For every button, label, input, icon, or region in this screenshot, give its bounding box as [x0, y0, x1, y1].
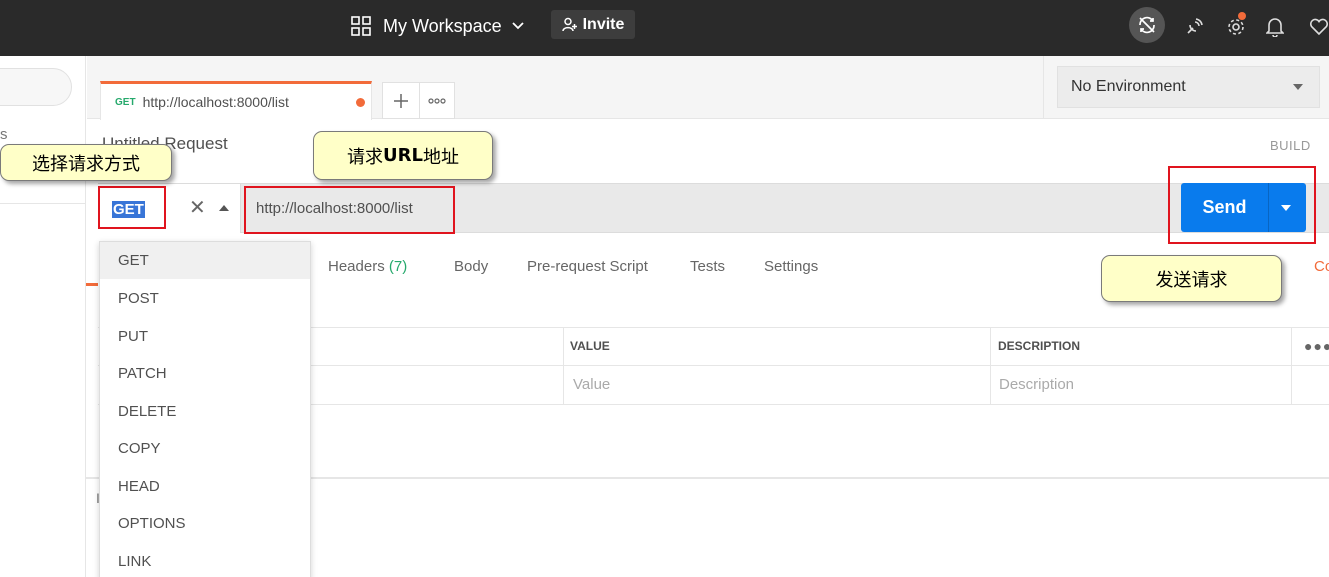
- add-user-icon: [561, 17, 577, 32]
- method-dropdown-menu: GET POST PUT PATCH DELETE COPY HEAD OPTI…: [99, 241, 311, 577]
- menu-item-get[interactable]: GET: [100, 242, 310, 279]
- menu-item-copy[interactable]: COPY: [100, 430, 310, 467]
- more-horizontal-icon[interactable]: ●●●: [1304, 338, 1329, 354]
- menu-item-head[interactable]: HEAD: [100, 468, 310, 505]
- method-callout: 选择请求方式: [0, 144, 172, 181]
- tab-settings[interactable]: Settings: [764, 258, 818, 275]
- active-tab-indicator: [86, 283, 98, 286]
- tab-options-button[interactable]: [419, 82, 455, 119]
- more-horizontal-icon: [428, 97, 446, 104]
- url-callout-prefix: 请求: [347, 146, 384, 168]
- tab-tests[interactable]: Tests: [690, 258, 725, 275]
- send-highlight-box: [1168, 166, 1316, 244]
- column-divider: [1291, 328, 1292, 404]
- tab-pre-request-script[interactable]: Pre-request Script: [527, 258, 648, 275]
- sidebar-divider: [0, 203, 86, 204]
- menu-item-patch[interactable]: PATCH: [100, 355, 310, 392]
- sync-off-button[interactable]: [1129, 7, 1165, 43]
- description-field[interactable]: Description: [999, 376, 1074, 393]
- method-callout-text: 选择请求方式: [32, 153, 140, 175]
- url-callout: 请求 URL 地址: [313, 131, 493, 180]
- plus-icon: [394, 93, 408, 108]
- request-tab[interactable]: GET http://localhost:8000/list: [100, 81, 372, 120]
- column-divider: [563, 328, 564, 404]
- settings-icon: [1228, 19, 1244, 35]
- description-column-header: DESCRIPTION: [998, 339, 1081, 353]
- caret-down-icon: [1293, 84, 1303, 90]
- url-highlight-box: [244, 186, 455, 234]
- menu-item-delete[interactable]: DELETE: [100, 393, 310, 430]
- chevron-down-icon: [512, 22, 524, 30]
- tab-label: Headers: [328, 258, 385, 275]
- invite-label: Invite: [582, 15, 625, 33]
- heart-button[interactable]: [1302, 10, 1329, 44]
- menu-item-post[interactable]: POST: [100, 280, 310, 317]
- caret-up-icon[interactable]: [219, 205, 229, 211]
- column-divider: [990, 328, 991, 404]
- tab-partial[interactable]: Co: [1314, 258, 1329, 275]
- sidebar-partial-label: s: [0, 126, 8, 143]
- value-field[interactable]: Value: [573, 376, 610, 393]
- notifications-button[interactable]: [1258, 10, 1292, 44]
- sidebar: s: [0, 56, 86, 577]
- menu-item-link[interactable]: LINK: [100, 543, 310, 577]
- url-callout-suffix: 地址: [422, 146, 459, 168]
- satellite-icon: [1187, 18, 1203, 34]
- workspaces-grid-icon: [351, 16, 371, 36]
- headers-count: (7): [388, 258, 408, 275]
- clear-icon[interactable]: ✕: [189, 198, 206, 218]
- top-bar: My Workspace Invite: [0, 0, 1329, 56]
- environment-bar: No Environment: [1043, 56, 1329, 119]
- tab-body[interactable]: Body: [454, 258, 488, 275]
- invite-button[interactable]: Invite: [551, 10, 635, 39]
- notification-dot: [1238, 12, 1246, 20]
- sidebar-search-input[interactable]: [0, 68, 72, 106]
- tab-method: GET: [115, 96, 136, 108]
- new-tab-button[interactable]: [382, 82, 420, 119]
- unsaved-changes-dot: [356, 98, 365, 107]
- value-column-header: VALUE: [570, 339, 610, 353]
- heart-icon: [1309, 18, 1329, 36]
- sync-off-icon: [1139, 16, 1155, 34]
- method-highlight-box: [98, 186, 166, 229]
- url-callout-bold: URL: [383, 145, 423, 166]
- workspace-switcher[interactable]: My Workspace: [351, 12, 536, 40]
- environment-select[interactable]: No Environment: [1057, 66, 1320, 108]
- menu-item-put[interactable]: PUT: [100, 318, 310, 355]
- workspace-label: My Workspace: [383, 15, 502, 36]
- menu-item-options[interactable]: OPTIONS: [100, 505, 310, 542]
- capture-requests-button[interactable]: [1177, 10, 1211, 44]
- send-callout: 发送请求: [1101, 255, 1282, 302]
- send-callout-text: 发送请求: [1155, 269, 1228, 291]
- settings-button[interactable]: [1219, 10, 1253, 44]
- environment-label: No Environment: [1071, 78, 1186, 95]
- tab-url: http://localhost:8000/list: [142, 94, 289, 110]
- build-mode-label[interactable]: BUILD: [1270, 138, 1311, 153]
- tab-headers[interactable]: Headers (7): [328, 258, 407, 275]
- bell-icon: [1266, 18, 1284, 37]
- request-tab-strip: GET http://localhost:8000/list: [87, 56, 1043, 120]
